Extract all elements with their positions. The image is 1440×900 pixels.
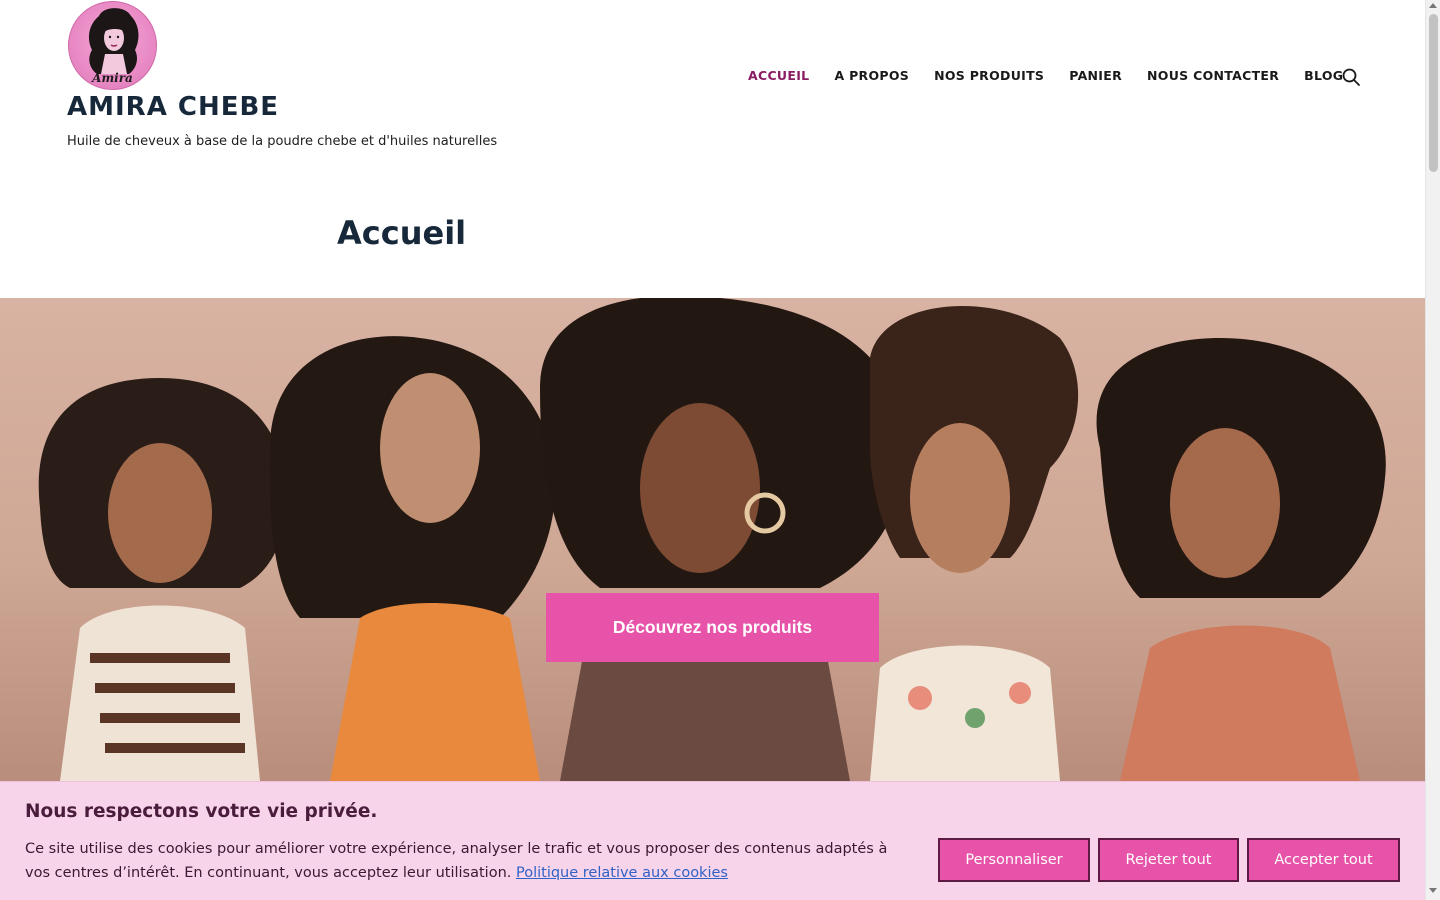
site-logo[interactable]: Amira	[68, 1, 157, 90]
logo-script-text: Amira	[92, 71, 133, 85]
search-button[interactable]	[1341, 67, 1361, 87]
main-nav: ACCUEIL A PROPOS NOS PRODUITS PANIER NOU…	[748, 68, 1368, 83]
discover-products-button[interactable]: Découvrez nos produits	[546, 593, 879, 662]
scrollbar-thumb[interactable]	[1429, 14, 1438, 172]
site-title[interactable]: AMIRA CHEBE	[67, 92, 279, 122]
scroll-up-arrow-icon[interactable]	[1429, 3, 1437, 8]
hero-illustration	[38, 298, 1386, 781]
page-title: Accueil	[337, 214, 467, 252]
nav-item-accueil[interactable]: ACCUEIL	[748, 68, 809, 83]
scroll-down-arrow-icon[interactable]	[1429, 888, 1437, 893]
search-icon	[1342, 68, 1360, 86]
page: Amira AMIRA CHEBE Huile de cheveux à bas…	[0, 0, 1425, 900]
cookie-banner: Nous respectons votre vie privée. Ce sit…	[0, 781, 1425, 900]
hero-image	[0, 298, 1425, 781]
personalize-button[interactable]: Personnaliser	[938, 838, 1090, 882]
cookie-policy-link[interactable]: Politique relative aux cookies	[516, 865, 728, 881]
reject-all-button[interactable]: Rejeter tout	[1098, 838, 1239, 882]
cookie-banner-text: Ce site utilise des cookies pour amélior…	[25, 837, 905, 885]
cookie-banner-message: Ce site utilise des cookies pour amélior…	[25, 841, 888, 881]
page-scrollbar[interactable]	[1425, 0, 1440, 900]
nav-item-a-propos[interactable]: A PROPOS	[834, 68, 909, 83]
nav-item-blog[interactable]: BLOG	[1304, 68, 1343, 83]
nav-item-nous-contacter[interactable]: NOUS CONTACTER	[1147, 68, 1279, 83]
cookie-banner-title: Nous respectons votre vie privée.	[25, 801, 378, 822]
site-tagline: Huile de cheveux à base de la poudre che…	[67, 134, 498, 149]
accept-all-button[interactable]: Accepter tout	[1247, 838, 1400, 882]
nav-item-panier[interactable]: PANIER	[1069, 68, 1122, 83]
nav-item-nos-produits[interactable]: NOS PRODUITS	[934, 68, 1044, 83]
